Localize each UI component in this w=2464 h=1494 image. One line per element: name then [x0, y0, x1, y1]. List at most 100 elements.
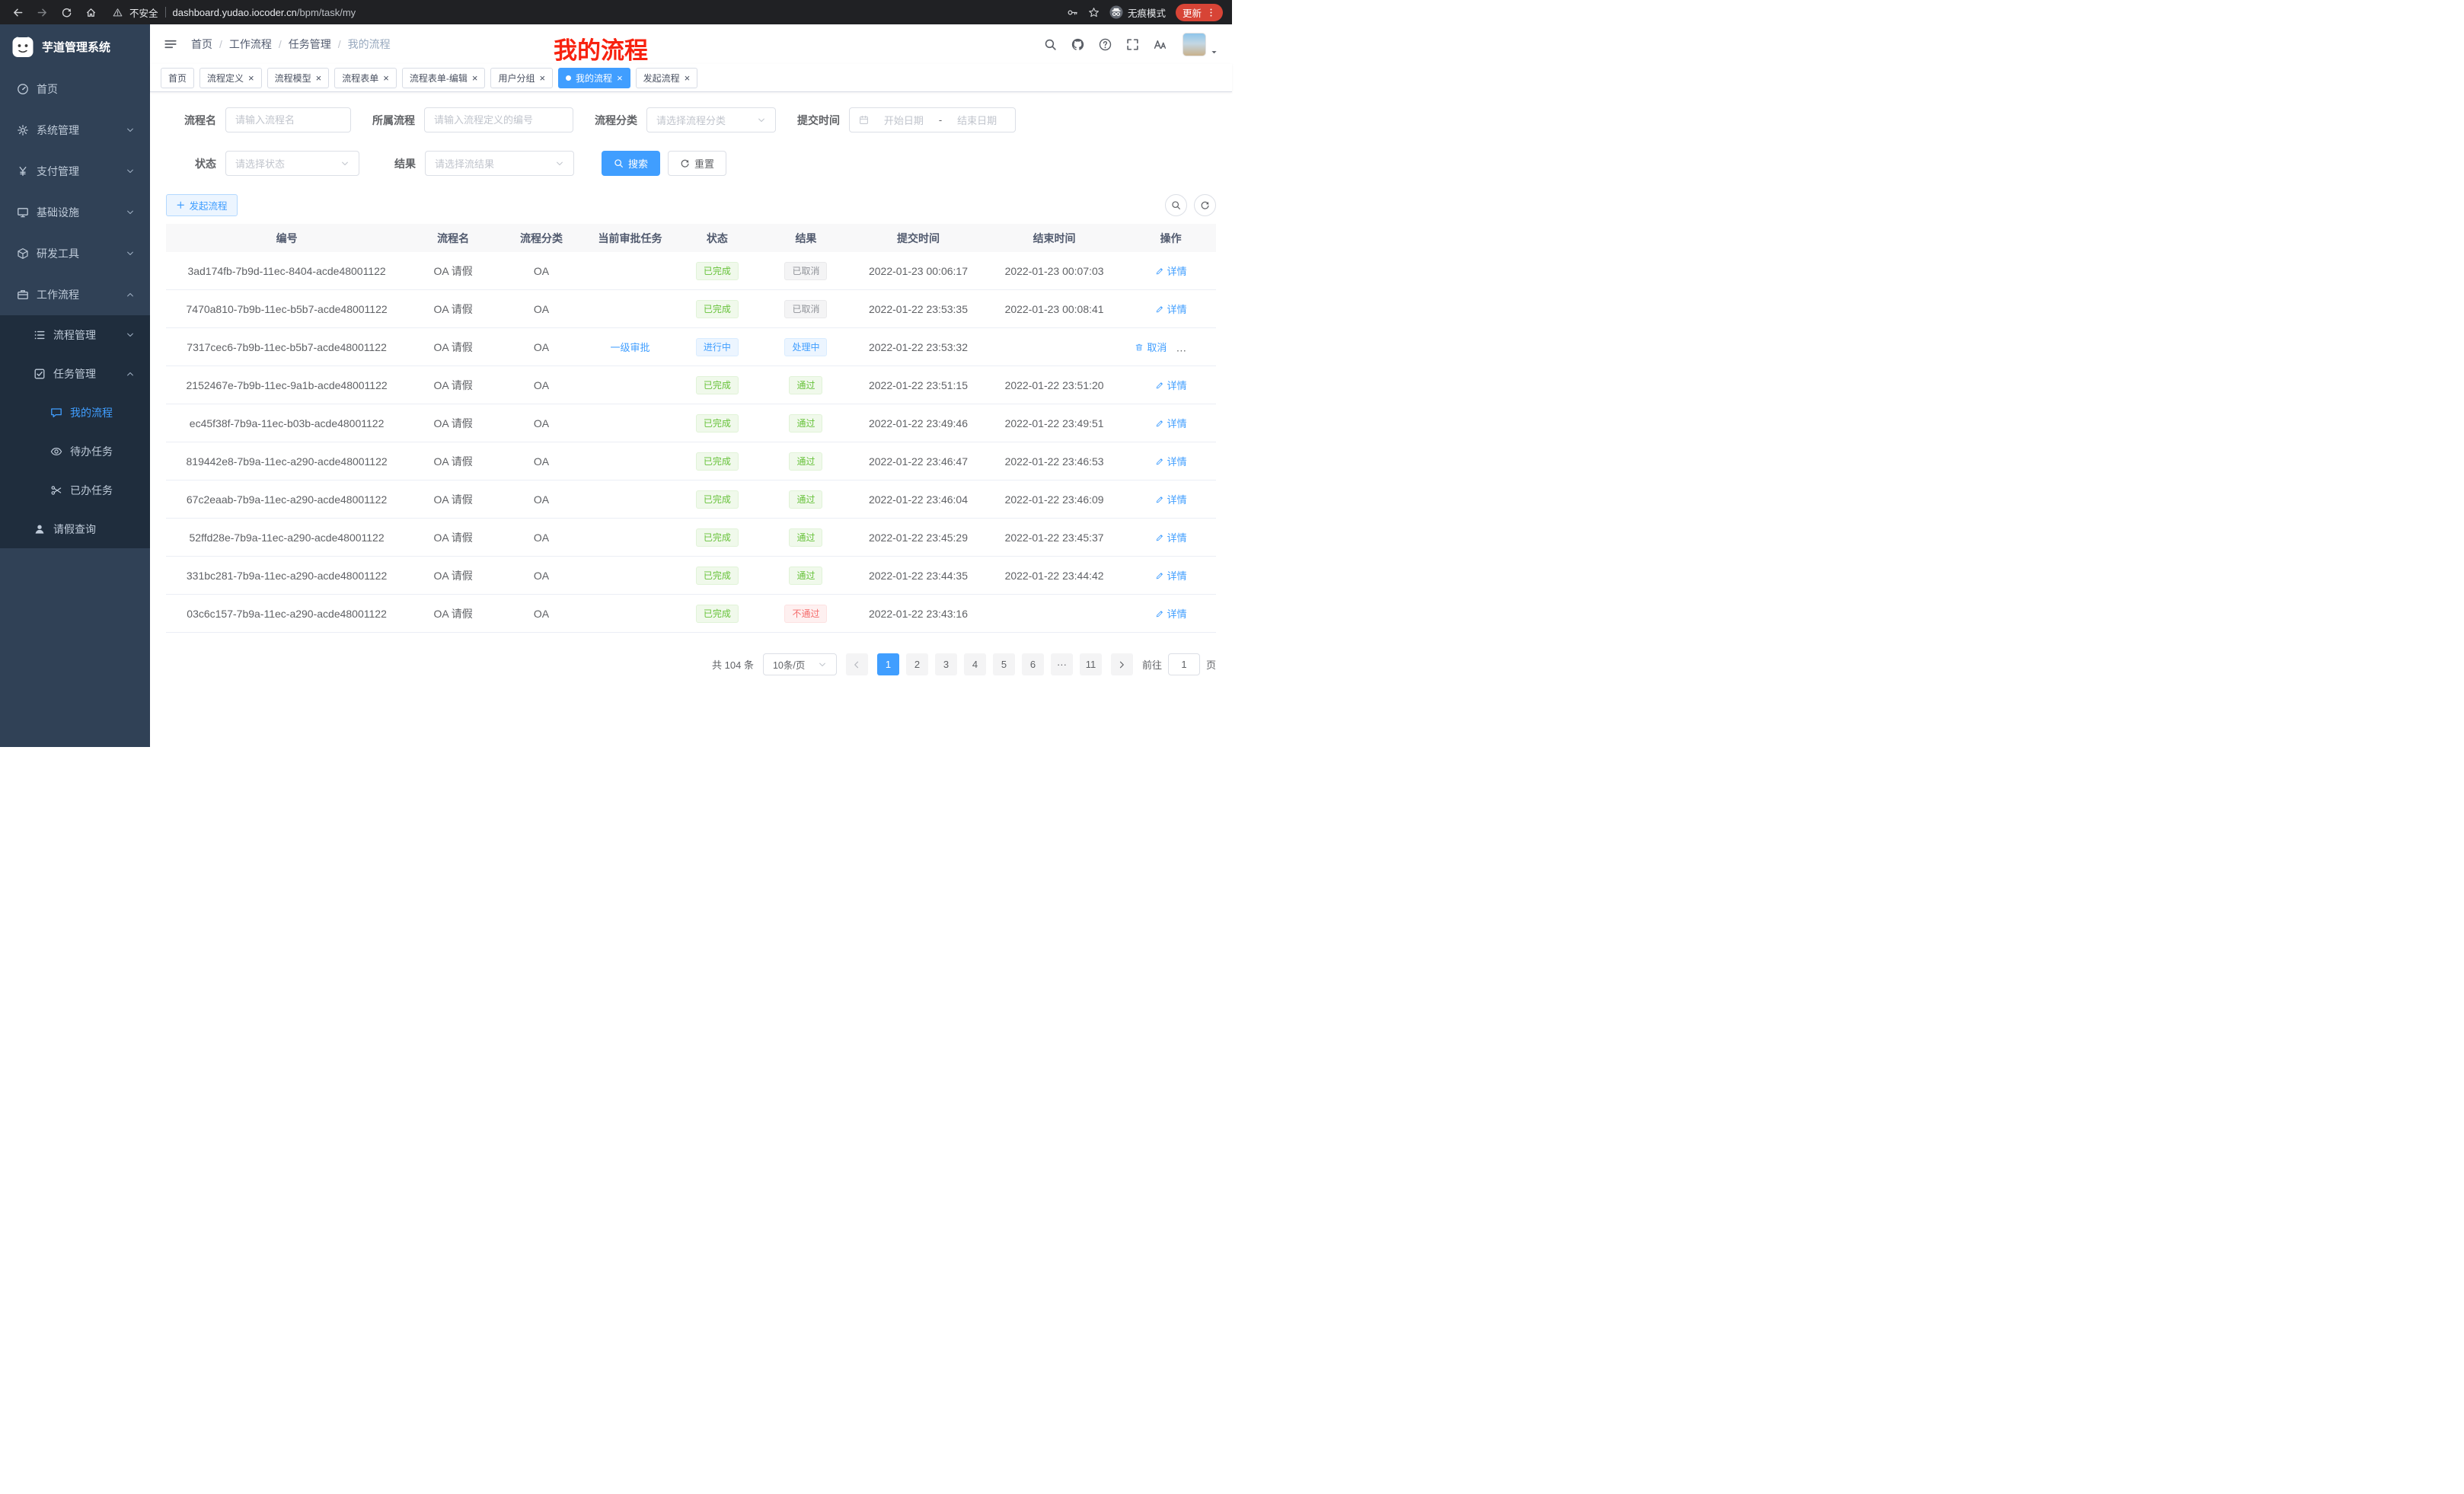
todo-icon — [50, 445, 62, 458]
close-icon[interactable]: × — [685, 72, 691, 84]
detail-link[interactable]: 详情 — [1155, 530, 1187, 544]
cell-category: OA — [499, 265, 584, 277]
page-button[interactable]: 1 — [877, 653, 899, 675]
close-icon[interactable]: × — [248, 72, 254, 84]
detail-link[interactable]: 详情 — [1155, 492, 1187, 506]
detail-link[interactable]: 详情 — [1155, 263, 1187, 278]
detail-link[interactable]: 详情 — [1155, 568, 1187, 583]
dots-icon[interactable] — [1206, 8, 1216, 18]
breadcrumb-item[interactable]: 任务管理 — [289, 37, 331, 52]
sidebar-item-label: 请假查询 — [53, 522, 96, 537]
key-icon[interactable] — [1067, 7, 1078, 18]
hamburger-icon[interactable] — [164, 37, 177, 51]
cancel-link[interactable]: 取消 — [1135, 340, 1167, 354]
sidebar-item[interactable]: 流程管理 — [0, 315, 150, 354]
close-icon[interactable]: × — [383, 72, 389, 84]
tab[interactable]: 我的流程 × — [558, 68, 630, 88]
cell-result: 不通过 — [758, 605, 854, 623]
status-select[interactable]: 请选择状态 — [225, 151, 359, 176]
sidebar-item[interactable]: 支付管理 — [0, 151, 150, 192]
process-name-input[interactable] — [235, 114, 341, 126]
page-button[interactable]: 5 — [993, 653, 1015, 675]
reset-button[interactable]: 重置 — [668, 151, 726, 176]
page-button[interactable]: 6 — [1022, 653, 1044, 675]
back-icon[interactable] — [9, 4, 26, 21]
detail-link[interactable]: 详情 — [1155, 378, 1187, 392]
column-header: 结束时间 — [983, 231, 1126, 246]
next-page-button[interactable] — [1111, 653, 1133, 675]
detail-link[interactable]: 详情 — [1155, 302, 1187, 316]
page-button[interactable]: 11 — [1080, 653, 1102, 675]
refresh-icon[interactable] — [58, 4, 75, 21]
breadcrumb-item[interactable]: 首页 — [191, 37, 212, 52]
current-task-link[interactable]: 一级审批 — [610, 340, 650, 354]
cell-result: 通过 — [758, 452, 854, 471]
sidebar-item[interactable]: 基础设施 — [0, 192, 150, 233]
tab[interactable]: 发起流程× — [636, 68, 698, 88]
tab[interactable]: 用户分组 × — [490, 68, 553, 88]
tab[interactable]: 首页 — [161, 68, 194, 88]
page-size-select[interactable]: 10条/页 — [763, 653, 837, 675]
help-icon[interactable] — [1099, 38, 1112, 51]
category-select[interactable]: 请选择流程分类 — [646, 107, 776, 132]
update-button[interactable]: 更新 — [1176, 4, 1223, 21]
page-button[interactable]: 4 — [964, 653, 986, 675]
sidebar-item[interactable]: 任务管理 — [0, 354, 150, 393]
create-process-button[interactable]: 发起流程 — [166, 194, 238, 216]
tab[interactable]: 流程定义× — [199, 68, 262, 88]
sidebar-item[interactable]: 请假查询 — [0, 509, 150, 548]
parent-process-input[interactable] — [434, 114, 563, 126]
search-icon[interactable] — [1044, 38, 1057, 51]
breadcrumb-item[interactable]: 工作流程 — [229, 37, 272, 52]
avatar[interactable] — [1183, 33, 1206, 56]
page-ellipsis[interactable]: ··· — [1051, 653, 1073, 675]
sidebar-item[interactable]: 系统管理 — [0, 110, 150, 151]
cell-submit-time: 2022-01-22 23:51:15 — [854, 379, 983, 391]
breadcrumb-item[interactable]: 我的流程 — [348, 37, 391, 52]
address-bar[interactable]: 不安全 dashboard.yudao.iocoder.cn/bpm/task/… — [113, 5, 1053, 20]
fontsize-icon[interactable] — [1154, 38, 1167, 51]
detail-link[interactable]: 详情 — [1155, 454, 1187, 468]
sidebar-item[interactable]: 首页 — [0, 69, 150, 110]
fullscreen-icon[interactable] — [1126, 38, 1139, 51]
sidebar-item[interactable]: 我的流程 — [0, 393, 150, 432]
sidebar-item[interactable]: 研发工具 — [0, 233, 150, 274]
page-button[interactable]: 2 — [906, 653, 928, 675]
plus-icon — [176, 200, 186, 210]
detail-link[interactable]: 详情 — [1155, 606, 1187, 621]
incognito-icon — [1109, 5, 1123, 19]
sidebar-item[interactable]: 工作流程 — [0, 274, 150, 315]
goto-page-input[interactable] — [1168, 653, 1200, 675]
detail-link[interactable]: 详情 — [1155, 416, 1187, 430]
home-icon[interactable] — [82, 4, 99, 21]
cell-actions: 详情 — [1125, 378, 1216, 392]
prev-page-button[interactable] — [846, 653, 868, 675]
done-icon — [50, 484, 62, 496]
show-search-button[interactable] — [1165, 194, 1187, 216]
github-icon[interactable] — [1071, 38, 1084, 51]
close-icon[interactable]: × — [316, 72, 322, 84]
cell-process-name: OA 请假 — [407, 263, 499, 279]
search-button[interactable]: 搜索 — [602, 151, 660, 176]
tab[interactable]: 流程模型× — [267, 68, 330, 88]
user-menu[interactable] — [1183, 33, 1218, 56]
close-icon[interactable]: × — [472, 72, 478, 84]
status-badge: 已完成 — [696, 376, 739, 394]
tab-label: 我的流程 — [576, 72, 612, 85]
close-icon[interactable]: × — [617, 72, 623, 84]
filter-row-2: 状态 请选择状态 结果 请选择流结果 搜索 — [166, 151, 1216, 176]
sidebar-item[interactable]: 已办任务 — [0, 471, 150, 509]
close-icon[interactable]: × — [539, 72, 545, 84]
result-select[interactable]: 请选择流结果 — [425, 151, 574, 176]
tab[interactable]: 流程表单× — [334, 68, 397, 88]
url-text: dashboard.yudao.iocoder.cn/bpm/task/my — [173, 7, 356, 18]
tab-label: 用户分组 — [498, 72, 535, 85]
date-range-picker[interactable]: 开始日期 - 结束日期 — [849, 107, 1016, 132]
refresh-table-button[interactable] — [1194, 194, 1216, 216]
sidebar-item[interactable]: 待办任务 — [0, 432, 150, 471]
forward-icon[interactable] — [34, 4, 50, 21]
tab[interactable]: 流程表单-编辑× — [402, 68, 486, 88]
star-icon[interactable] — [1088, 7, 1100, 18]
page-button[interactable]: 3 — [935, 653, 957, 675]
sidebar-item-label: 基础设施 — [37, 205, 79, 220]
